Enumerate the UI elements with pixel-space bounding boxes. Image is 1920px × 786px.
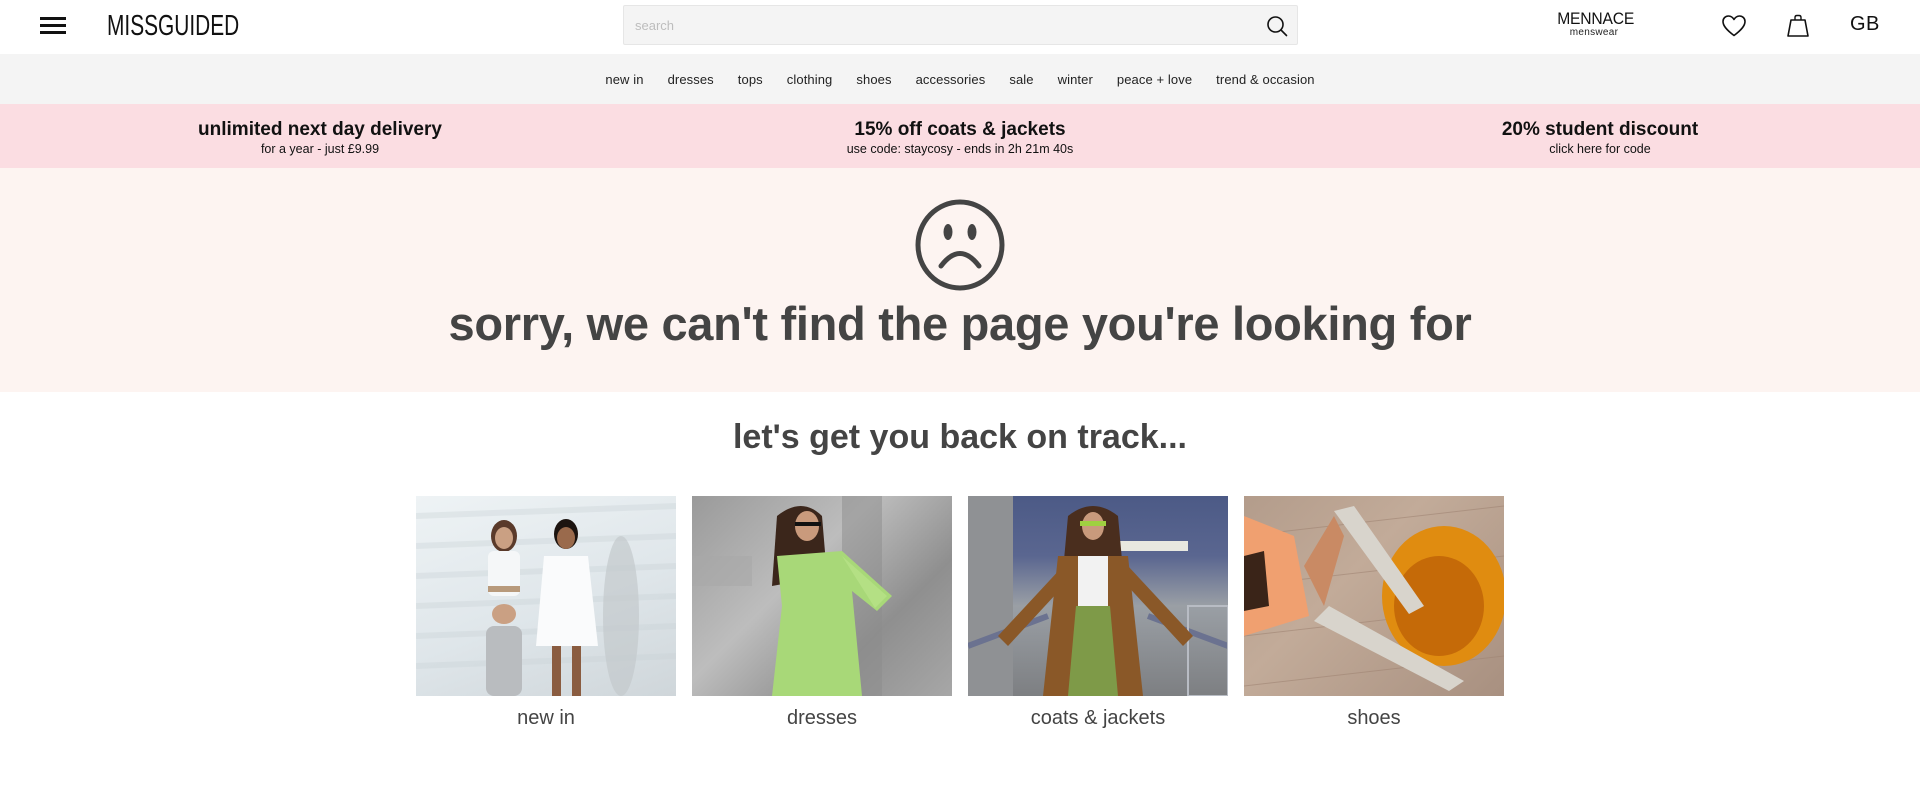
promo-subtitle: click here for code: [1549, 142, 1651, 156]
error-hero: sorry, we can't find the page you're loo…: [0, 168, 1920, 392]
site-header: MISSGUIDED MENNACE menswear GB: [0, 0, 1920, 54]
promo-subtitle: use code: staycosy - ends in 2h 21m 40s: [846, 142, 1074, 156]
category-card-coats-jackets[interactable]: coats & jackets: [968, 496, 1228, 730]
category-image: [1244, 496, 1504, 696]
heart-icon: [1722, 15, 1746, 37]
promo-coats-jackets[interactable]: 15% off coats & jackets use code: stayco…: [640, 104, 1280, 168]
promo-strip: unlimited next day delivery for a year -…: [0, 104, 1920, 168]
menu-icon-bar: [40, 17, 66, 20]
category-image: [968, 496, 1228, 696]
wishlist-button[interactable]: [1720, 12, 1748, 40]
menu-icon-bar: [40, 31, 66, 34]
error-message: sorry, we can't find the page you're loo…: [448, 297, 1472, 350]
category-label: new in: [517, 707, 575, 729]
category-image: [416, 496, 676, 696]
search-button[interactable]: [1265, 14, 1289, 38]
category-label: coats & jackets: [1030, 707, 1166, 729]
menu-button[interactable]: [40, 17, 66, 35]
search-icon: [1267, 16, 1288, 37]
category-card-dresses[interactable]: dresses: [692, 496, 952, 730]
mennace-title: MENNACE: [1557, 9, 1635, 28]
country-selector[interactable]: GB: [1850, 13, 1880, 36]
mennace-subtitle: menswear: [1569, 27, 1619, 38]
nav-item-trend-occasion[interactable]: trend & occasion: [1216, 72, 1314, 87]
search-bar: [623, 5, 1298, 45]
mennace-link[interactable]: MENNACE menswear: [1554, 10, 1634, 38]
promo-title: 15% off coats & jackets: [854, 119, 1066, 140]
promo-title: 20% student discount: [1501, 119, 1699, 140]
nav-item-clothing[interactable]: clothing: [787, 72, 833, 87]
category-cards: new in dresses coats & jackets shoes: [416, 496, 1504, 736]
nav-item-sale[interactable]: sale: [1009, 72, 1033, 87]
menu-icon-bar: [40, 24, 66, 27]
category-card-new-in[interactable]: new in: [416, 496, 676, 730]
category-image: [692, 496, 952, 696]
nav-item-tops[interactable]: tops: [738, 72, 763, 87]
promo-student-discount[interactable]: 20% student discount click here for code: [1280, 104, 1920, 168]
bag-button[interactable]: [1784, 12, 1812, 40]
nav-item-accessories[interactable]: accessories: [916, 72, 986, 87]
sad-face-icon: [915, 199, 1005, 291]
nav-item-shoes[interactable]: shoes: [856, 72, 891, 87]
promo-delivery[interactable]: unlimited next day delivery for a year -…: [0, 104, 640, 168]
category-card-shoes[interactable]: shoes: [1244, 496, 1504, 730]
main-nav: new in dresses tops clothing shoes acces…: [0, 54, 1920, 104]
promo-title: unlimited next day delivery: [198, 119, 442, 140]
brand-logo[interactable]: MISSGUIDED: [107, 10, 239, 42]
recovery-title: let's get you back on track...: [732, 418, 1187, 456]
nav-item-winter[interactable]: winter: [1058, 72, 1093, 87]
category-label: dresses: [786, 707, 858, 729]
shopping-bag-icon: [1787, 14, 1809, 37]
nav-item-new-in[interactable]: new in: [605, 72, 643, 87]
nav-item-dresses[interactable]: dresses: [668, 72, 714, 87]
search-input[interactable]: [624, 6, 1244, 44]
nav-item-peace-love[interactable]: peace + love: [1117, 72, 1192, 87]
promo-subtitle: for a year - just £9.99: [260, 142, 380, 156]
category-label: shoes: [1347, 707, 1401, 729]
